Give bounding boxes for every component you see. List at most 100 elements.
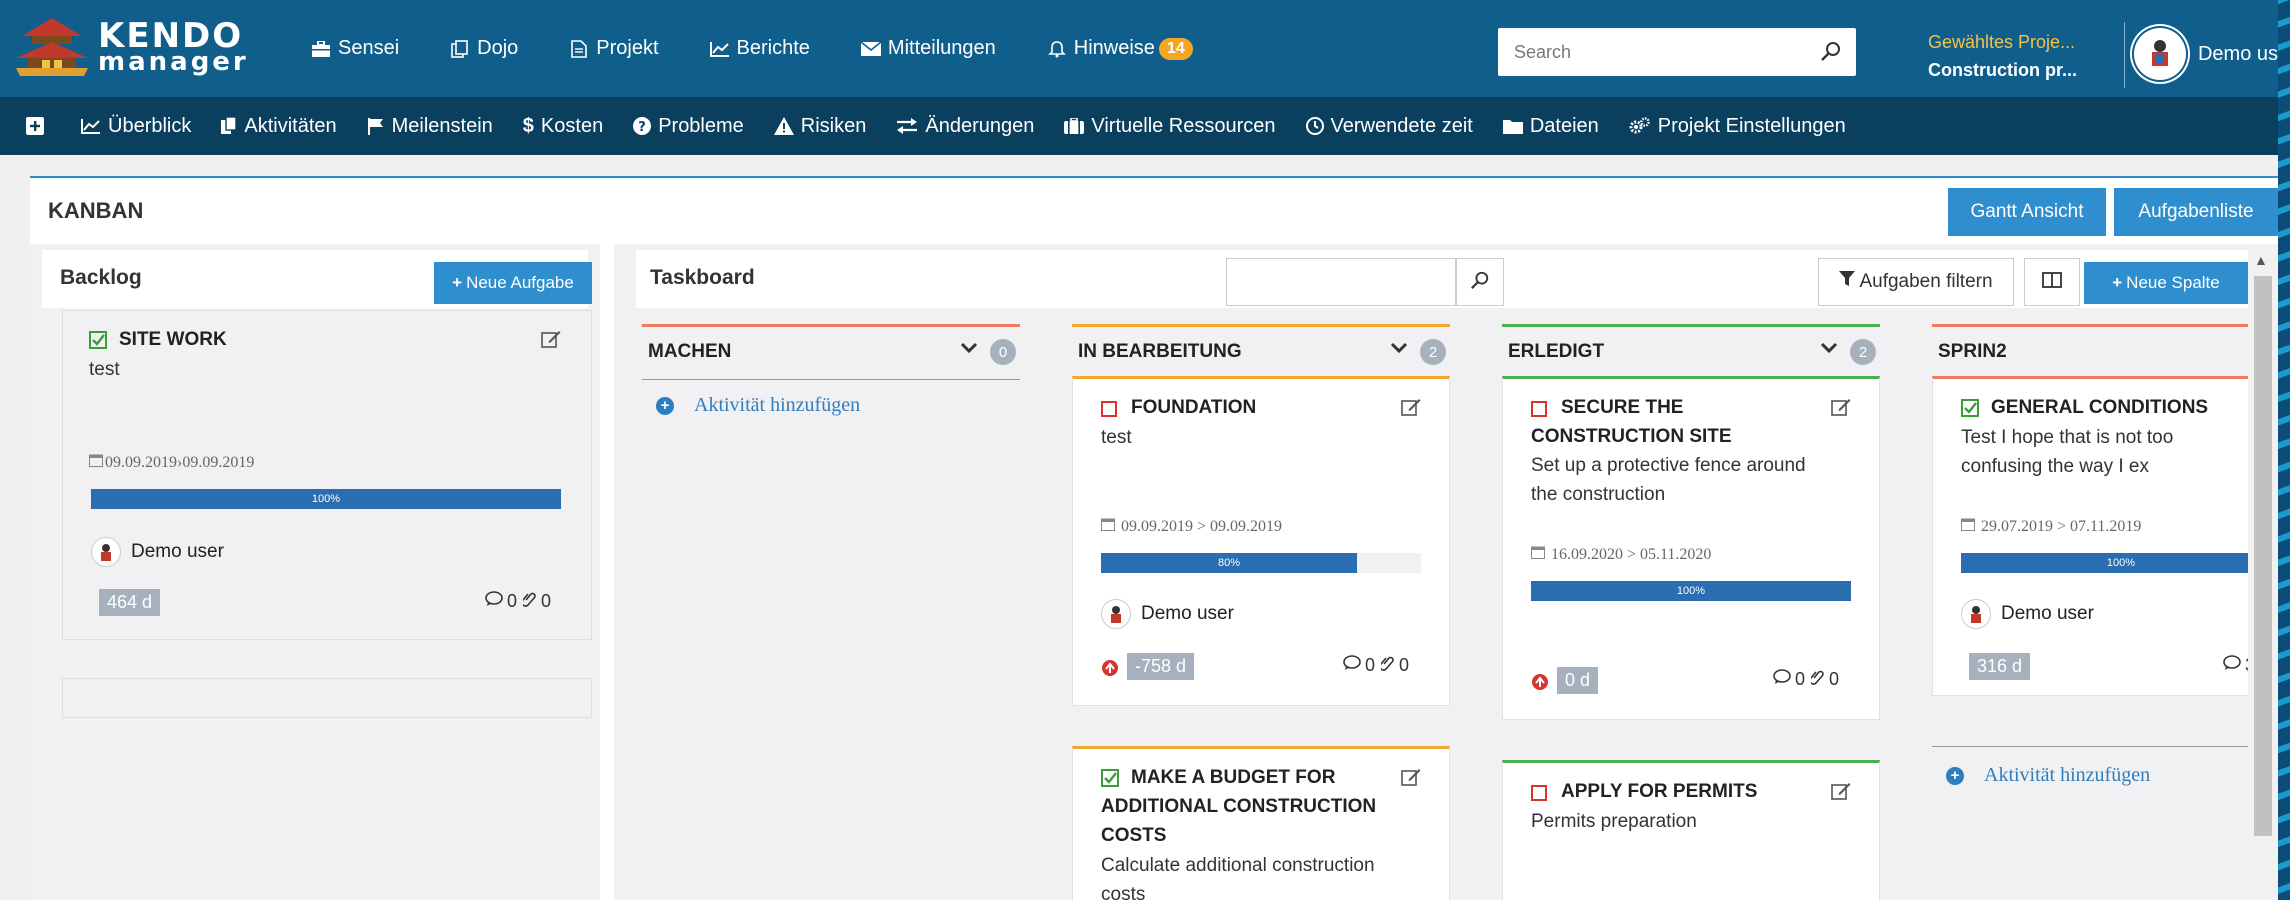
nav-dojo-label: Dojo [477,37,519,59]
edit-icon[interactable] [541,329,561,354]
card-apply-for-permits[interactable]: APPLY FOR PERMITS Permits preparation [1502,760,1880,900]
subnav-kosten[interactable]: $ Kosten [523,115,603,138]
edit-icon[interactable] [1401,397,1421,422]
warning-icon [773,117,794,135]
subnav-probleme[interactable]: ? Probleme [633,115,744,138]
calendar-icon [1531,545,1545,564]
plus-icon: + [452,273,463,292]
subnav-add[interactable] [26,117,51,135]
selected-project-label: Gewähltes Proje... [1928,32,2076,52]
search-icon[interactable] [1820,40,1842,67]
subnav-meilenstein[interactable]: Meilenstein [367,115,493,138]
backlog-card-site-work[interactable]: SITE WORK test 09.09.2019›09.09.2019 100… [62,310,592,640]
new-column-button[interactable]: + Neue Spalte [2084,262,2248,304]
card-title: SITE WORK [119,329,227,350]
card-dates-text: 09.09.2019›09.09.2019 [105,453,255,471]
search-input[interactable]: Search [1498,28,1856,76]
chevron-up-icon[interactable]: ▲ [2254,252,2268,268]
nav-sensei[interactable]: Sensei [310,37,399,60]
selected-project[interactable]: Gewähltes Proje... Construction pr... [1928,28,2077,84]
task-list-button[interactable]: Aufgabenliste [2114,188,2278,236]
checked-box-icon [1101,769,1119,792]
nav-hinweise-label: Hinweise [1073,37,1155,59]
card-dates: 09.09.2019›09.09.2019 [89,453,254,472]
subnav-ressourcen[interactable]: Virtuelle Ressourcen [1064,114,1276,138]
edit-icon[interactable] [1831,781,1851,806]
card-dates: 09.09.2019 > 09.09.2019 [1101,517,1282,536]
page-title: KANBAN [48,198,144,223]
card-dates: 16.09.2020 > 05.11.2020 [1531,545,1711,564]
edit-icon[interactable] [1401,767,1421,792]
subnav-risiken[interactable]: Risiken [773,115,866,138]
nav-berichte[interactable]: Berichte [709,37,810,60]
subnav-dateien[interactable]: Dateien [1502,115,1599,138]
edit-icon[interactable] [1831,397,1851,422]
plus-circle-icon: + [656,396,674,415]
chevron-down-icon[interactable] [1390,341,1408,359]
backlog-card-empty[interactable] [62,678,592,718]
card-description-line1: Calculate additional construction [1101,855,1375,876]
paperclip-icon [1379,655,1395,676]
nav-hinweise[interactable]: Hinweise 14 [1046,37,1193,60]
checked-box-icon [1961,399,1979,422]
user-menu[interactable]: Demo us [2132,26,2278,82]
logo[interactable]: KENDO manager [12,14,246,84]
card-make-a-budget[interactable]: MAKE A BUDGET FOR ADDITIONAL CONSTRUCTIO… [1072,746,1450,900]
new-task-button[interactable]: + Neue Aufgabe [434,262,592,304]
comment-count: 0 [507,591,518,611]
notification-badge: 14 [1158,37,1193,60]
nav-dojo[interactable]: Dojo [449,37,518,60]
nav-mitteilungen[interactable]: Mitteilungen [860,37,996,60]
card-secure-construction-site[interactable]: SECURE THE CONSTRUCTION SITE Set up a pr… [1502,376,1880,720]
copy-icon [449,38,471,60]
card-foundation[interactable]: FOUNDATION test 09.09.2019 > 09.09.2019 … [1072,376,1450,706]
taskboard-search-input[interactable] [1226,258,1456,306]
taskboard-search-button[interactable] [1456,258,1504,306]
card-dates-text: 29.07.2019 > 07.11.2019 [1981,517,2142,535]
chevron-down-icon[interactable] [1820,341,1838,359]
card-counts: 0 0 [1773,669,1839,690]
unchecked-box-icon [1531,401,1547,422]
progress-fill: 100% [91,489,561,509]
search-placeholder: Search [1514,41,1572,62]
envelope-icon [860,38,882,60]
checked-box-icon [89,331,107,354]
subnav-aenderungen[interactable]: Änderungen [896,115,1034,138]
card-dates-text: 09.09.2019 > 09.09.2019 [1121,517,1283,535]
new-task-label: Neue Aufgabe [466,273,574,292]
nav-projekt-label: Projekt [596,37,659,59]
card-general-conditions[interactable]: GENERAL CONDITIONS Test I hope that is n… [1932,376,2278,696]
vertical-scrollbar[interactable]: ▲ [2248,246,2278,900]
subnav-meilenstein-label: Meilenstein [391,114,493,137]
subnav-ueberblick[interactable]: Überblick [81,115,191,138]
card-description: test [89,359,120,380]
filter-label: Aufgaben filtern [1859,271,1993,292]
scrollbar-thumb[interactable] [2254,276,2272,836]
subnav-ressourcen-label: Virtuelle Ressourcen [1091,114,1276,137]
nav-projekt[interactable]: Projekt [568,37,659,60]
column-name: MACHEN [648,341,732,362]
subnav-einstellungen[interactable]: Projekt Einstellungen [1629,115,1846,138]
column-header-erledigt: ERLEDIGT 2 [1502,324,1880,380]
add-activity-link[interactable]: + Aktivität hinzufügen [656,394,860,417]
suitcase-icon [1064,118,1085,134]
paperclip-icon [1809,669,1825,690]
paperclip-icon [521,591,537,612]
subnav-zeit[interactable]: Verwendete zeit [1305,115,1473,138]
add-activity-link[interactable]: + Aktivität hinzufügen [1946,764,2150,787]
subnav-probleme-label: Probleme [658,114,744,137]
attachment-count: 0 [1829,669,1840,689]
subnav-aktivitaeten[interactable]: Aktivitäten [221,115,337,138]
chevron-down-icon[interactable] [960,341,978,359]
header-divider [2124,22,2125,88]
subnav-einstellungen-label: Projekt Einstellungen [1657,114,1846,137]
card-dates: 29.07.2019 > 07.11.2019 [1961,517,2141,536]
split-view-button[interactable] [2024,258,2080,306]
plus-icon: + [2112,273,2123,292]
filter-tasks-button[interactable]: Aufgaben filtern [1818,258,2014,306]
progress-bar: 100% [1961,553,2278,573]
gantt-view-button[interactable]: Gantt Ansicht [1948,188,2106,236]
priority-up-icon [1101,659,1119,682]
chart-icon [709,38,731,60]
new-column-label: Neue Spalte [2126,273,2220,292]
